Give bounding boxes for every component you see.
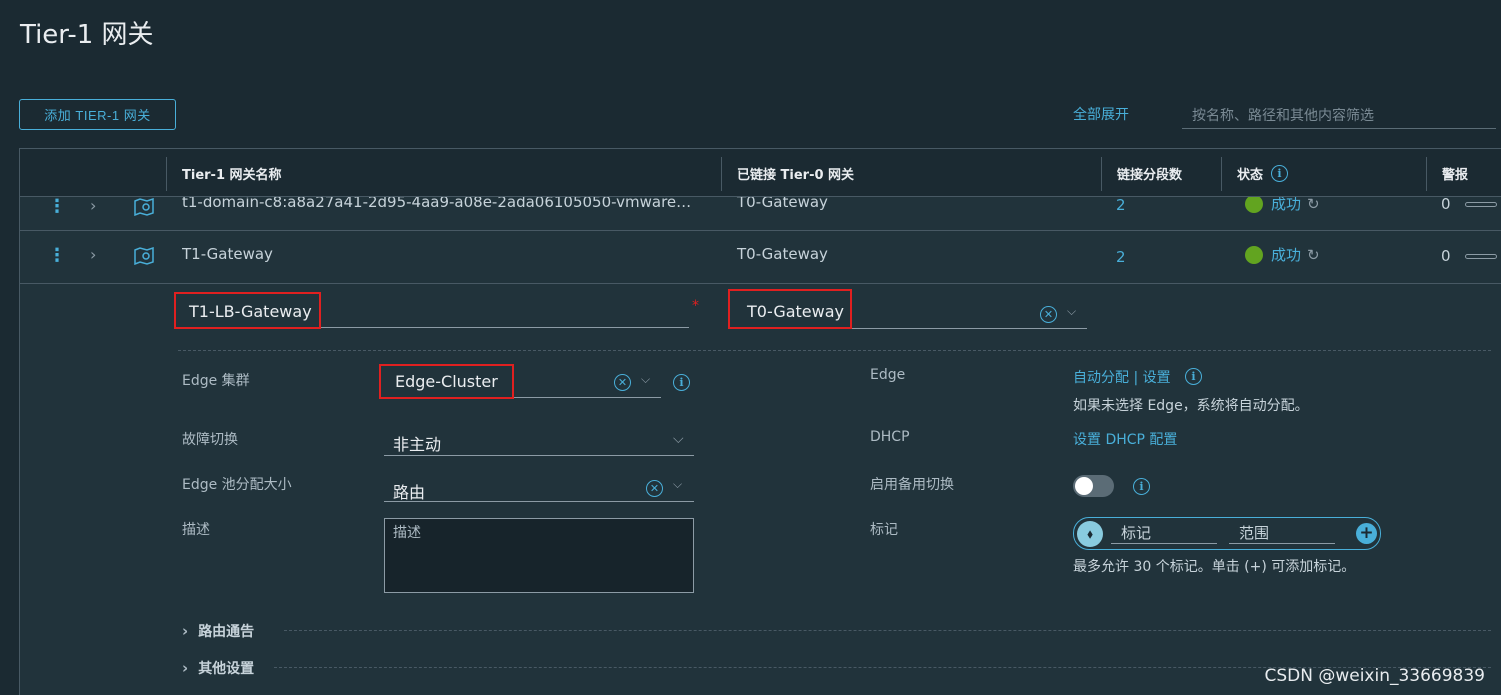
- standby-label: 启用备用切换: [870, 477, 954, 493]
- gateway-icon: [134, 247, 154, 265]
- section-route-advertisement[interactable]: › 路由通告: [182, 621, 254, 641]
- expand-all-link[interactable]: 全部展开: [1073, 104, 1129, 124]
- gateway-grid: Tier-1 网关名称 已链接 Tier-0 网关 链接分段数 状态 i 警报 …: [19, 148, 1501, 695]
- alarm-cell: 0: [1441, 195, 1497, 213]
- grid-header: Tier-1 网关名称 已链接 Tier-0 网关 链接分段数 状态 i 警报: [20, 149, 1501, 197]
- alarm-count: 0: [1441, 195, 1451, 213]
- column-header-segments[interactable]: 链接分段数: [1102, 149, 1182, 197]
- tags-help-text: 最多允许 30 个标记。单击 (+) 可添加标记。: [1073, 559, 1356, 575]
- clear-icon[interactable]: ✕: [614, 374, 631, 391]
- info-icon[interactable]: i: [1185, 368, 1202, 385]
- alarm-bar: [1464, 201, 1497, 207]
- section-other-settings[interactable]: › 其他设置: [182, 658, 254, 678]
- divider: [178, 350, 1491, 351]
- edit-gateway-form: T1-LB-Gateway * T0-Gateway ✕ ⌵ Edge 集群 E…: [20, 284, 1501, 695]
- add-tier1-gateway-button[interactable]: 添加 TIER-1 网关: [19, 99, 176, 130]
- toggle-knob: [1075, 477, 1093, 495]
- tag-icon: ⬧: [1077, 521, 1103, 547]
- pool-size-label: Edge 池分配大小: [182, 477, 292, 493]
- chevron-right-icon: ›: [182, 622, 189, 640]
- add-tag-icon[interactable]: +: [1356, 523, 1377, 544]
- page-title: Tier-1 网关: [20, 20, 154, 50]
- description-label: 描述: [182, 522, 210, 538]
- edge-help-text: 如果未选择 Edge，系统将自动分配。: [1073, 398, 1309, 414]
- gateway-name: T1-Gateway: [182, 245, 273, 263]
- clear-icon[interactable]: ✕: [1040, 306, 1057, 323]
- failover-value: 非主动: [393, 435, 442, 454]
- refresh-icon[interactable]: ↻: [1307, 195, 1320, 213]
- column-header-name[interactable]: Tier-1 网关名称: [167, 149, 282, 197]
- chevron-right-icon[interactable]: ›: [90, 245, 96, 264]
- tag-input[interactable]: 标记: [1111, 522, 1217, 544]
- pool-size-value: 路由: [393, 483, 426, 502]
- alarm-bar: [1464, 253, 1497, 259]
- success-status-icon: [1245, 194, 1263, 213]
- tags-label: 标记: [870, 522, 898, 538]
- filter-input[interactable]: 按名称、路径和其他内容筛选: [1182, 99, 1496, 129]
- standby-toggle[interactable]: [1073, 475, 1114, 497]
- dhcp-label: DHCP: [870, 429, 910, 445]
- tier1-gateways-page: Tier-1 网关 添加 TIER-1 网关 全部展开 按名称、路径和其他内容筛…: [0, 0, 1501, 695]
- dhcp-config-link[interactable]: 设置 DHCP 配置: [1073, 429, 1177, 449]
- refresh-icon[interactable]: ↻: [1307, 246, 1320, 264]
- description-textarea[interactable]: 描述: [384, 518, 694, 593]
- clear-icon[interactable]: ✕: [646, 480, 663, 497]
- watermark: CSDN @weixin_33669839: [1264, 666, 1485, 686]
- alarm-cell: 0: [1441, 247, 1497, 265]
- edge-cluster-value: Edge-Cluster: [395, 372, 498, 391]
- gateway-icon: [134, 198, 154, 216]
- gateway-name-value: T1-LB-Gateway: [189, 302, 312, 321]
- status-text[interactable]: 成功: [1271, 244, 1301, 265]
- success-status-icon: [1245, 245, 1263, 264]
- tag-editor: ⬧ 标记 范围 +: [1073, 517, 1381, 550]
- info-icon[interactable]: i: [1271, 164, 1289, 182]
- edge-cluster-label: Edge 集群: [182, 373, 250, 389]
- info-icon[interactable]: i: [673, 374, 690, 391]
- divider: [284, 630, 1491, 631]
- column-separator: [166, 157, 167, 191]
- chevron-down-icon[interactable]: ⌵: [673, 431, 684, 447]
- column-header-status-label: 状态: [1237, 167, 1264, 183]
- column-header-t0[interactable]: 已链接 Tier-0 网关: [722, 149, 854, 197]
- column-header-status[interactable]: 状态 i: [1222, 149, 1289, 197]
- failover-label: 故障切换: [182, 432, 238, 448]
- edge-assign-link[interactable]: 自动分配 | 设置: [1073, 367, 1171, 387]
- kebab-menu-icon[interactable]: ⋮: [48, 247, 66, 265]
- chevron-down-icon[interactable]: ⌵: [641, 372, 650, 387]
- chevron-right-icon: ›: [182, 659, 189, 677]
- segments-count[interactable]: 2: [1116, 248, 1126, 266]
- column-header-alarms[interactable]: 警报: [1427, 149, 1468, 197]
- segments-count[interactable]: 2: [1116, 196, 1126, 214]
- kebab-menu-icon[interactable]: ⋮: [48, 198, 66, 216]
- section-route-label: 路由通告: [198, 624, 255, 640]
- info-icon[interactable]: i: [1133, 478, 1150, 495]
- table-row[interactable]: ⋮ › T1-Gateway T0-Gateway 2 成功 ↻ 0: [20, 231, 1501, 284]
- edge-label: Edge: [870, 367, 906, 383]
- required-mark: *: [692, 298, 699, 314]
- linked-t0: T0-Gateway: [737, 245, 828, 263]
- t0-gateway-value: T0-Gateway: [747, 302, 844, 321]
- alarm-count: 0: [1441, 247, 1451, 265]
- status-cell: 成功 ↻: [1245, 244, 1320, 265]
- chevron-down-icon[interactable]: ⌵: [1067, 304, 1076, 319]
- section-other-label: 其他设置: [198, 661, 255, 677]
- chevron-down-icon[interactable]: ⌵: [673, 477, 682, 492]
- scope-input[interactable]: 范围: [1229, 522, 1335, 544]
- chevron-right-icon[interactable]: ›: [90, 196, 96, 215]
